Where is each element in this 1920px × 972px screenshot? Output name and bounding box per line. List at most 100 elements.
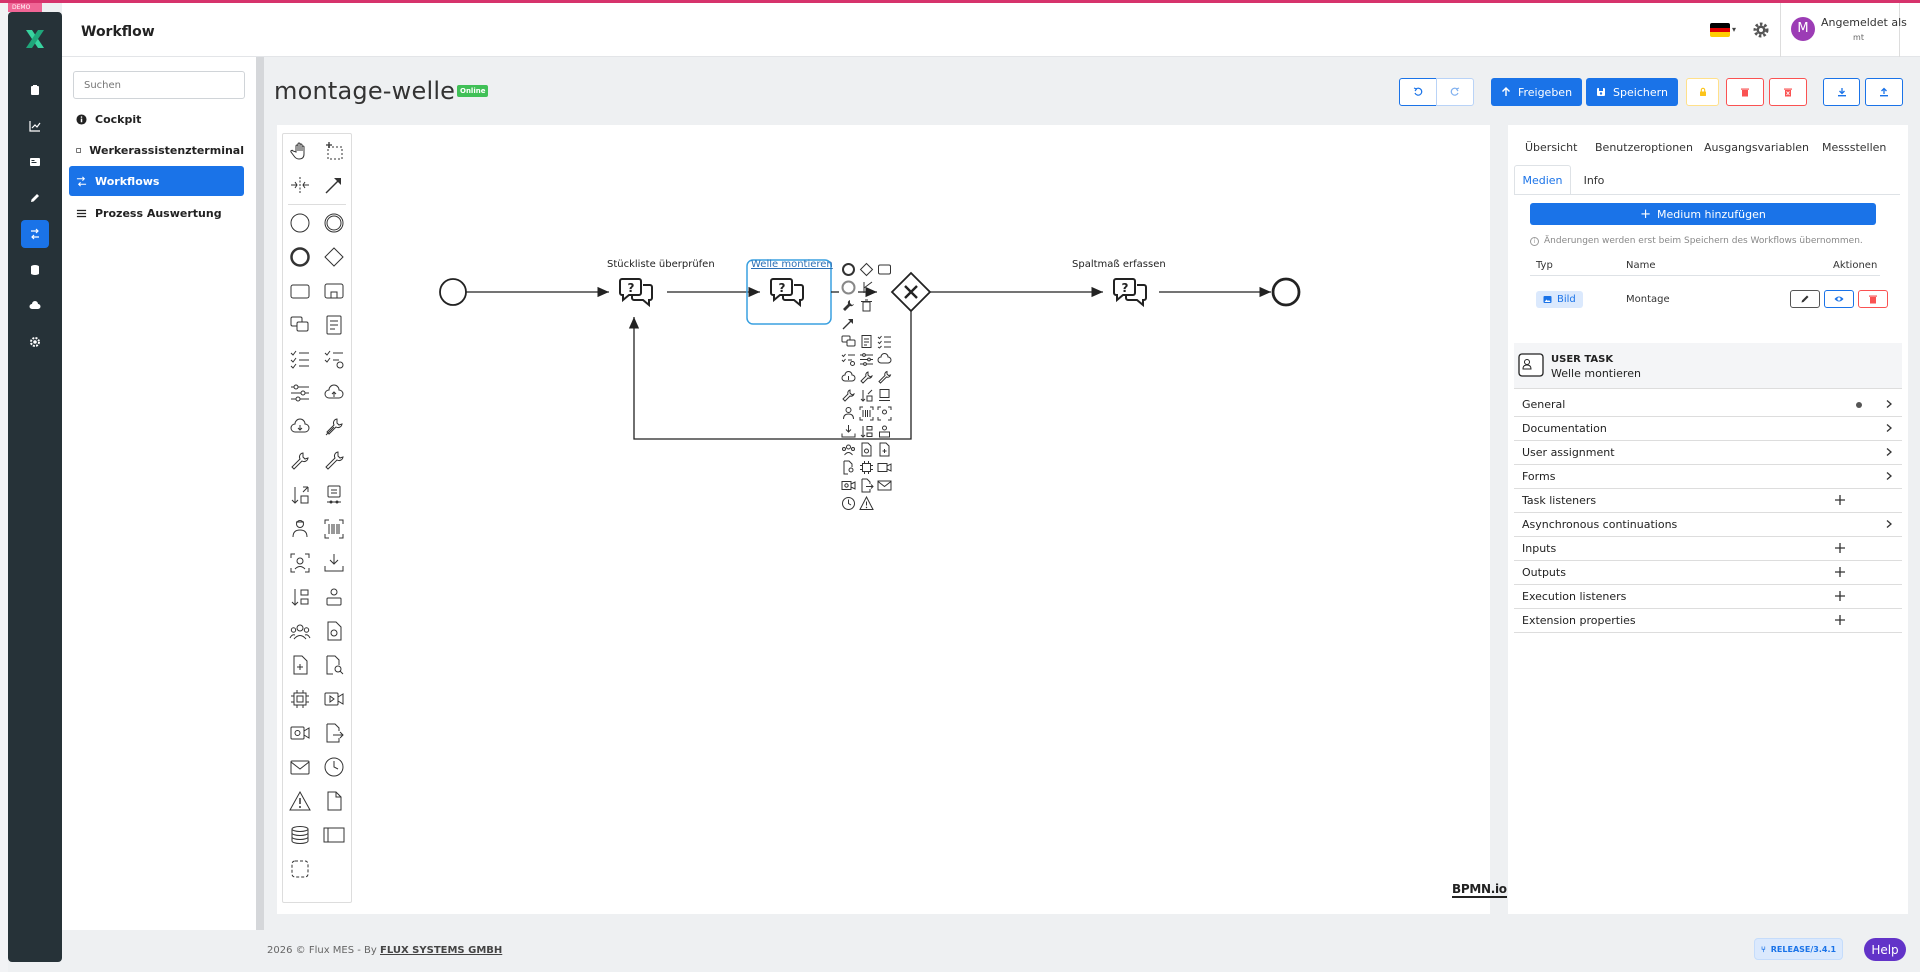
search-input[interactable] xyxy=(73,71,245,99)
task-welle-montieren[interactable]: ? xyxy=(770,278,804,308)
download-button[interactable] xyxy=(1823,78,1860,106)
property-group-execution-listeners[interactable]: Execution listeners xyxy=(1514,585,1902,609)
nav-workflow-icon[interactable] xyxy=(21,220,49,248)
property-group-outputs[interactable]: Outputs xyxy=(1514,561,1902,585)
change-type-icon[interactable] xyxy=(841,298,856,313)
custom-wrench-icon[interactable] xyxy=(877,370,892,385)
undo-button[interactable] xyxy=(1399,78,1437,106)
custom-file-search-icon[interactable] xyxy=(841,460,856,475)
bpmn-io-watermark[interactable]: BPMN.io xyxy=(1452,882,1507,898)
custom-cloud-upload-icon[interactable] xyxy=(877,352,892,367)
property-group-asynchronous-continuations[interactable]: Asynchronous continuations xyxy=(1514,513,1902,537)
task-stueckliste-ueberpruefen[interactable]: ? xyxy=(619,278,653,308)
subtab-info[interactable]: Info xyxy=(1571,165,1617,195)
chevron-right-icon[interactable] xyxy=(1884,447,1894,457)
exclusive-gateway[interactable] xyxy=(890,271,932,313)
sidebar-resize-handle[interactable] xyxy=(256,57,264,930)
custom-clock-icon[interactable] xyxy=(841,496,856,511)
start-event[interactable] xyxy=(439,278,467,306)
connect-icon[interactable] xyxy=(841,316,856,331)
custom-operator-icon[interactable] xyxy=(841,406,856,421)
custom-wrench-alt-icon[interactable] xyxy=(841,388,856,403)
chevron-right-icon[interactable] xyxy=(1884,399,1894,409)
chevron-right-icon[interactable] xyxy=(1884,471,1894,481)
custom-machine-icon[interactable] xyxy=(877,388,892,403)
plus-icon[interactable] xyxy=(1834,566,1846,578)
end-event[interactable] xyxy=(1271,277,1301,307)
append-end-event-icon[interactable] xyxy=(841,262,856,277)
custom-sliders-icon[interactable] xyxy=(859,352,874,367)
custom-checklist-icon[interactable] xyxy=(877,334,892,349)
subtab-medien[interactable]: Medien xyxy=(1514,165,1571,195)
property-group-task-listeners[interactable]: Task listeners xyxy=(1514,489,1902,513)
nav-pencil-icon[interactable] xyxy=(21,184,49,212)
nav-cloud-icon[interactable] xyxy=(21,292,49,320)
append-text-annotation-icon[interactable] xyxy=(859,280,874,295)
view-media-button[interactable] xyxy=(1824,290,1854,308)
property-group-documentation[interactable]: Documentation xyxy=(1514,417,1902,441)
company-link[interactable]: FLUX SYSTEMS GMBH xyxy=(380,945,502,956)
sidebar-item-cockpit[interactable]: Cockpit xyxy=(69,104,244,134)
sidebar-item-werkerassistenzterminal[interactable]: Werkerassistenzterminal xyxy=(69,135,244,165)
property-group-user-assignment[interactable]: User assignment xyxy=(1514,441,1902,465)
task-spaltmass-erfassen[interactable]: ? xyxy=(1113,278,1147,308)
custom-inbox-download-icon[interactable] xyxy=(841,424,856,439)
custom-video-icon[interactable] xyxy=(877,460,892,475)
plus-icon[interactable] xyxy=(1834,494,1846,506)
release-button[interactable]: Freigeben xyxy=(1491,78,1582,106)
sidebar-item-prozess-auswertung[interactable]: Prozess Auswertung xyxy=(69,198,244,228)
custom-sort-icon[interactable] xyxy=(859,424,874,439)
user-menu[interactable]: M Angemeldet als mt xyxy=(1780,3,1907,57)
custom-warning-icon[interactable] xyxy=(859,496,874,511)
chevron-right-icon[interactable] xyxy=(1884,423,1894,433)
plus-icon[interactable] xyxy=(1834,614,1846,626)
custom-worker-machine-icon[interactable] xyxy=(877,424,892,439)
custom-chip-icon[interactable] xyxy=(859,460,874,475)
tab-uebersicht[interactable]: Übersicht xyxy=(1525,141,1577,154)
delete-button[interactable] xyxy=(1726,78,1764,106)
nav-card-icon[interactable] xyxy=(21,148,49,176)
custom-team-icon[interactable] xyxy=(841,442,856,457)
custom-chat-icon[interactable] xyxy=(841,334,856,349)
language-caret-icon[interactable]: ▾ xyxy=(1732,25,1736,34)
edit-media-button[interactable] xyxy=(1790,290,1820,308)
plus-icon[interactable] xyxy=(1834,590,1846,602)
property-group-extension-properties[interactable]: Extension properties xyxy=(1514,609,1902,633)
sidebar-item-workflows[interactable]: Workflows xyxy=(69,166,244,196)
delete-element-icon[interactable] xyxy=(859,298,874,313)
delete-media-button[interactable] xyxy=(1858,290,1888,308)
custom-face-scan-icon[interactable] xyxy=(877,406,892,421)
redo-button[interactable] xyxy=(1436,78,1474,106)
nav-database-icon[interactable] xyxy=(21,256,49,284)
custom-mail-icon[interactable] xyxy=(877,478,892,493)
nav-clipboard-icon[interactable] xyxy=(21,76,49,104)
add-media-button[interactable]: + Medium hinzufügen xyxy=(1530,203,1876,225)
property-group-general[interactable]: General xyxy=(1514,393,1902,417)
tab-benutzeroptionen[interactable]: Benutzeroptionen xyxy=(1595,141,1693,154)
lock-button[interactable] xyxy=(1686,78,1719,106)
delete-all-button[interactable] xyxy=(1769,78,1807,106)
custom-tools-icon[interactable] xyxy=(859,370,874,385)
gear-icon[interactable] xyxy=(1752,21,1770,39)
tab-ausgangsvariablen[interactable]: Ausgangsvariablen xyxy=(1704,141,1809,154)
custom-file-export-icon[interactable] xyxy=(859,478,874,493)
custom-file-add-icon[interactable] xyxy=(877,442,892,457)
custom-checklist-settings-icon[interactable] xyxy=(841,352,856,367)
plus-icon[interactable] xyxy=(1834,542,1846,554)
append-gateway-icon[interactable] xyxy=(859,262,874,277)
help-button[interactable]: Help xyxy=(1864,938,1906,961)
custom-document-icon[interactable] xyxy=(859,334,874,349)
custom-camera-icon[interactable] xyxy=(841,478,856,493)
custom-transfer-icon[interactable] xyxy=(859,388,874,403)
append-intermediate-icon[interactable] xyxy=(841,280,856,295)
tab-messstellen[interactable]: Messstellen xyxy=(1822,141,1886,154)
custom-barcode-icon[interactable] xyxy=(859,406,874,421)
save-button[interactable]: Speichern xyxy=(1586,78,1678,106)
property-group-inputs[interactable]: Inputs xyxy=(1514,537,1902,561)
bpmn-canvas[interactable]: ? ? ? Stückliste überprüfen Welle montie… xyxy=(277,125,1507,914)
nav-chart-icon[interactable] xyxy=(21,112,49,140)
release-badge[interactable]: ⑂ RELEASE/3.4.1 xyxy=(1754,938,1843,960)
upload-button[interactable] xyxy=(1865,78,1903,106)
nav-settings-icon[interactable] xyxy=(21,328,49,356)
chevron-right-icon[interactable] xyxy=(1884,519,1894,529)
